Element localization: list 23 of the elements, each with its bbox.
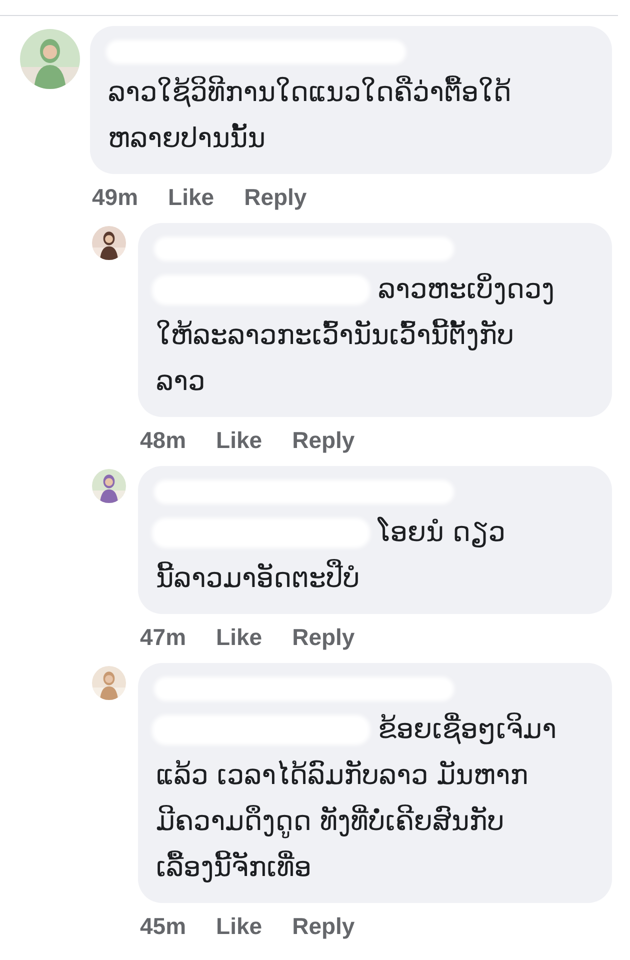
- comment-text: ໃຫ້ລະລາວກະເວົ້ານັນເວົ້ານີ້ຕັ້ງກັບ: [156, 318, 514, 353]
- timestamp: 45m: [140, 913, 186, 940]
- comment-text: ມີຄວາມດຶງດູດ ທັງທີ່ບໍ່ເຄີຍສົນກັບ: [156, 804, 504, 840]
- like-link[interactable]: Like: [216, 913, 262, 940]
- reply-link[interactable]: Reply: [244, 184, 307, 211]
- comment-text: ຫລາຍປານນັ້ນ: [108, 122, 266, 156]
- comment-text: ແລ້ວ ເວລາໄດ້ລົມກັບລາວ ມັນຫາກ: [156, 759, 528, 793]
- like-link[interactable]: Like: [216, 624, 262, 651]
- comment-text: ນີ້ລາວມາອັດຕະປືບໍ: [156, 556, 360, 602]
- timestamp: 47m: [140, 624, 186, 651]
- comment-text: ຂ້ອຍເຊື່ອໆເຈິມາ: [378, 712, 557, 747]
- comment-text: ລາວຫະເບິ່ງດວງ: [378, 272, 555, 307]
- timestamp: 49m: [92, 184, 138, 211]
- comment-text: ເລື້ອງນີ້ຈັກເທື່ອ: [156, 850, 312, 885]
- reply-link[interactable]: Reply: [292, 427, 355, 454]
- like-link[interactable]: Like: [216, 427, 262, 454]
- reply-link[interactable]: Reply: [292, 913, 355, 940]
- comment-text: ລາວ: [156, 365, 206, 399]
- reply-link[interactable]: Reply: [292, 624, 355, 651]
- timestamp: 48m: [140, 427, 186, 454]
- like-link[interactable]: Like: [168, 184, 214, 211]
- comment-text: ລາວໃຊ້ວິທີການໃດແນວໃດຄືວ່າຕື້ອໃດ້: [108, 74, 512, 110]
- comment-text: ໂອຍນໍ ດຽວ: [378, 516, 506, 550]
